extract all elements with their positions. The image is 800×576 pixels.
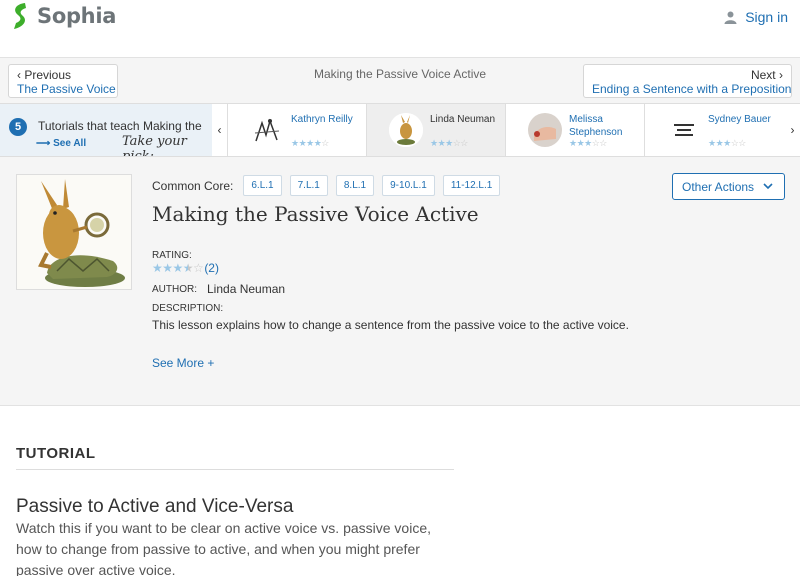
star-icon: ★★★: [152, 261, 183, 275]
half-star-icon: ★: [182, 261, 194, 275]
sophia-logo-icon: [14, 3, 26, 29]
hand-icon: [528, 113, 562, 147]
card-thumbnail: [667, 113, 701, 147]
tutorial-card-melissa-stephenson[interactable]: Melissa Stephenson ★★★☆☆: [505, 104, 644, 156]
lesson-overview: Common Core: 6.L.1 7.L.1 8.L.1 9-10.L.1 …: [0, 157, 800, 406]
card-thumbnail: [389, 113, 423, 147]
see-more-link[interactable]: See More +: [152, 356, 214, 370]
text-slide-icon: [667, 113, 701, 147]
drawing-icon: [250, 113, 284, 147]
author-label: AUTHOR:: [152, 284, 197, 295]
card-rating-stars: ★★★☆☆: [430, 138, 468, 148]
card-thumbnail: [250, 113, 284, 147]
next-label-row: Next ›: [592, 68, 783, 82]
brand-name: Sophia: [37, 4, 117, 28]
card-author: Kathryn Reilly: [291, 114, 353, 125]
other-actions-label: Other Actions: [682, 179, 755, 194]
take-your-pick-text: Take your pick:: [122, 134, 187, 156]
common-core-row: Common Core: 6.L.1 7.L.1 8.L.1 9-10.L.1 …: [152, 175, 508, 196]
card-thumbnail: [528, 113, 562, 147]
lesson-nav: ‹ Previous The Passive Voice Making the …: [0, 58, 800, 103]
card-rating-stars: ★★★★☆: [291, 138, 329, 148]
divider: [16, 469, 454, 470]
lesson-thumbnail: [16, 174, 132, 290]
lesson-title: Making the Passive Voice Active: [152, 202, 479, 226]
user-icon: [724, 11, 737, 24]
carousel-intro: 5 Tutorials that teach Making the ⟶ See …: [0, 104, 212, 156]
tutorial-description: Watch this if you want to be clear on ac…: [16, 520, 432, 576]
tutorial-carousel: 5 Tutorials that teach Making the ⟶ See …: [0, 103, 800, 157]
sign-in-link[interactable]: Sign in: [724, 9, 788, 25]
next-label: Next: [750, 68, 776, 82]
rating-count[interactable]: (2): [204, 261, 219, 275]
chevron-right-icon: ›: [790, 123, 795, 137]
card-rating-stars: ★★★☆☆: [708, 138, 746, 148]
tutorial-cards: Kathryn Reilly ★★★★☆ Linda Neuman ★★★☆☆: [227, 104, 783, 156]
rating-stars: ★★★ ★ ☆ (2): [152, 261, 219, 275]
tutorial-title: Passive to Active and Vice-Versa: [16, 496, 294, 517]
carousel-next-arrow[interactable]: ›: [785, 104, 800, 156]
tutorial-card-kathryn-reilly[interactable]: Kathryn Reilly ★★★★☆: [227, 104, 366, 156]
next-target: Ending a Sentence with a Preposition: [592, 82, 792, 96]
next-button[interactable]: Next › Ending a Sentence with a Preposit…: [583, 64, 792, 98]
chevron-down-icon: [763, 183, 773, 190]
top-bar: Sophia Sign in: [0, 0, 800, 58]
see-all-link[interactable]: ⟶ See All: [36, 138, 86, 149]
sophia-logo[interactable]: Sophia: [9, 2, 116, 30]
rabbit-icon: [389, 113, 423, 147]
tutorial-card-sydney-bauer[interactable]: Sydney Bauer ★★★☆☆: [644, 104, 783, 156]
arrow-right-icon: ⟶: [36, 138, 51, 149]
tutorial-heading: TUTORIAL: [16, 445, 96, 462]
carousel-prev-arrow[interactable]: ‹: [212, 104, 227, 156]
standard-tag[interactable]: 11-12.L.1: [442, 175, 501, 196]
carousel-label: Tutorials that teach Making the: [38, 119, 202, 133]
card-rating-stars: ★★★☆☆: [569, 138, 607, 148]
card-author: Melissa Stephenson: [569, 114, 623, 138]
standard-tag[interactable]: 8.L.1: [335, 175, 375, 196]
other-actions-button[interactable]: Other Actions: [672, 173, 785, 200]
tutorial-count-badge: 5: [9, 118, 27, 136]
chevron-left-icon: ‹: [217, 123, 222, 137]
common-core-label: Common Core:: [152, 178, 234, 193]
rabbit-tortoise-illustration-icon: [17, 175, 131, 289]
description-label: DESCRIPTION:: [152, 303, 224, 314]
tutorial-card-linda-neuman[interactable]: Linda Neuman ★★★☆☆: [366, 104, 505, 156]
card-author: Sydney Bauer: [708, 114, 771, 125]
empty-star-icon: ☆: [193, 261, 204, 275]
standard-tag[interactable]: 6.L.1: [243, 175, 282, 196]
standard-tag[interactable]: 9-10.L.1: [382, 175, 435, 196]
standard-tag[interactable]: 7.L.1: [289, 175, 328, 196]
author-name: Linda Neuman: [207, 282, 286, 296]
rating-label: RATING:: [152, 250, 192, 261]
previous-target: The Passive Voice: [17, 82, 116, 96]
lesson-description: This lesson explains how to change a sen…: [152, 318, 629, 332]
sign-in-label: Sign in: [745, 9, 788, 25]
see-all-label: See All: [53, 138, 87, 149]
card-author: Linda Neuman: [430, 114, 496, 125]
chevron-right-icon: ›: [779, 68, 783, 82]
